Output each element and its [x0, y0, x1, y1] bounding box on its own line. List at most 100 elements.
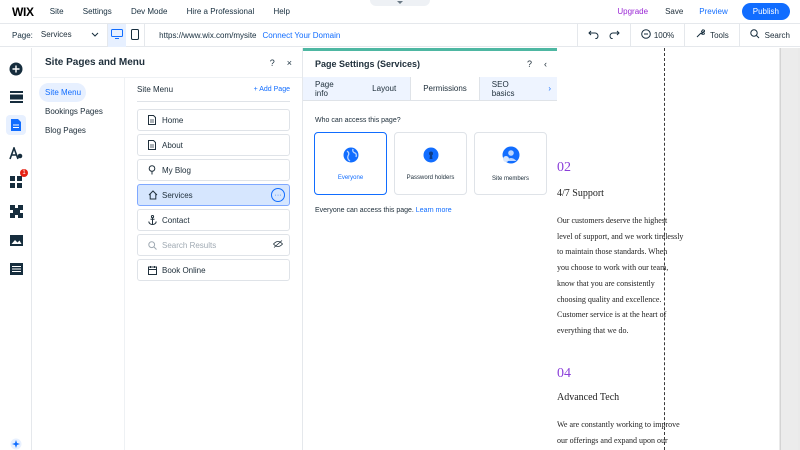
add-page-button[interactable]: + Add Page: [254, 86, 290, 93]
scrollbar-thumb[interactable]: [780, 48, 798, 450]
section-body: Our customers deserve the highest level …: [557, 216, 684, 335]
access-text: Everyone can access this page.: [315, 207, 414, 214]
add-section-icon[interactable]: [8, 89, 24, 105]
save-button[interactable]: Save: [665, 7, 683, 16]
cms-icon[interactable]: [8, 261, 24, 277]
site-url[interactable]: https://www.wix.com/mysite: [159, 31, 256, 40]
nav-site-menu[interactable]: Site Menu: [39, 83, 86, 102]
tab-permissions[interactable]: Permissions: [410, 77, 480, 100]
site-design-icon[interactable]: [8, 145, 24, 161]
tools-icon: [695, 29, 706, 41]
tab-layout[interactable]: Layout: [358, 77, 410, 100]
zoom-value: 100%: [653, 30, 675, 40]
help-icon[interactable]: ?: [270, 58, 275, 68]
redo-icon: [609, 30, 620, 41]
tools-button[interactable]: Tools: [685, 24, 739, 47]
home-icon: [148, 190, 162, 200]
option-everyone[interactable]: Everyone: [314, 132, 387, 195]
mobile-view-button[interactable]: [126, 24, 144, 47]
option-label: Password holders: [406, 174, 455, 181]
help-icon[interactable]: ?: [527, 59, 532, 69]
tab-page-info[interactable]: Page info: [303, 77, 358, 100]
keyhole-icon: [423, 147, 439, 175]
menu-site[interactable]: Site: [50, 7, 64, 16]
section-number: 04: [557, 366, 571, 381]
publish-button[interactable]: Publish: [741, 3, 790, 20]
close-icon[interactable]: ×: [287, 58, 292, 68]
section-title: 4/7 Support: [557, 188, 604, 199]
undo-icon: [588, 30, 599, 41]
permission-options: Everyone Password holders Site members: [314, 132, 557, 195]
section-number: 02: [557, 160, 571, 175]
page-item-my-blog[interactable]: My Blog: [137, 159, 290, 181]
panel-title: Site Pages and Menu: [45, 57, 146, 68]
back-icon[interactable]: ‹: [544, 59, 547, 69]
access-description: Everyone can access this page. Learn mor…: [315, 207, 557, 214]
site-pages-header: Site Pages and Menu ? ×: [33, 48, 302, 78]
wix-logo[interactable]: WIX: [12, 5, 34, 19]
search-icon: [148, 240, 162, 250]
pages-menu-icon[interactable]: [6, 115, 26, 135]
redo-button[interactable]: [609, 24, 630, 47]
search-icon: [749, 29, 760, 41]
page-icon: [148, 140, 162, 150]
panel-title: Page Settings (Services): [315, 59, 421, 69]
menu-hire[interactable]: Hire a Professional: [187, 7, 255, 16]
option-site-members[interactable]: Site members: [474, 132, 547, 195]
calendar-icon: [148, 265, 162, 275]
option-password-holders[interactable]: Password holders: [394, 132, 467, 195]
pin-icon: [148, 165, 162, 175]
chevron-down-icon: [91, 30, 99, 40]
page-item-home[interactable]: Home: [137, 109, 290, 131]
learn-more-link[interactable]: Learn more: [416, 207, 452, 214]
divider: [144, 23, 146, 47]
page-label: Book Online: [162, 265, 206, 275]
page-item-about[interactable]: About: [137, 134, 290, 156]
nav-blog-pages[interactable]: Blog Pages: [39, 121, 124, 140]
search-label: Search: [764, 30, 790, 40]
url-bar: https://www.wix.com/mysite Connect Your …: [153, 31, 577, 40]
connect-domain-link[interactable]: Connect Your Domain: [263, 31, 341, 40]
page-label: Home: [162, 115, 184, 125]
page-select-value: Services: [40, 30, 72, 39]
section-title: Advanced Tech: [557, 392, 620, 403]
hidden-eye-icon: [272, 240, 284, 250]
media-icon[interactable]: [8, 232, 24, 248]
upgrade-link[interactable]: Upgrade: [617, 7, 648, 16]
page-item-contact[interactable]: Contact: [137, 209, 290, 231]
page-select[interactable]: Services: [41, 30, 99, 40]
zoom-control[interactable]: 100%: [631, 24, 684, 47]
access-question: Who can access this page?: [315, 117, 401, 124]
page-settings-header: Page Settings (Services) ? ‹: [303, 51, 557, 77]
page-toolbar: Page: Services https://www.wix.com/mysit…: [0, 23, 800, 47]
option-label: Site members: [491, 175, 529, 182]
tools-label: Tools: [710, 30, 729, 40]
business-tools-icon[interactable]: [8, 203, 24, 219]
menu-help[interactable]: Help: [273, 7, 289, 16]
menu-settings[interactable]: Settings: [83, 7, 112, 16]
desktop-view-button[interactable]: [107, 23, 127, 47]
page-item-search-results[interactable]: Search Results: [137, 234, 290, 256]
nav-bookings-pages[interactable]: Bookings Pages: [39, 102, 124, 121]
tabs-next-arrow[interactable]: ›: [542, 77, 557, 100]
add-elements-icon[interactable]: [8, 61, 24, 77]
collapse-toolbar-handle[interactable]: [370, 0, 430, 6]
page-actions-button[interactable]: ···: [271, 188, 285, 202]
undo-button[interactable]: [578, 24, 609, 47]
page-item-services[interactable]: Services ···: [137, 184, 290, 206]
tab-seo-basics[interactable]: SEO basics: [480, 77, 543, 100]
page-label: My Blog: [162, 165, 191, 175]
canvas-scrollbar[interactable]: [779, 48, 800, 450]
site-pages-panel: Site Pages and Menu ? × Site Menu Bookin…: [33, 48, 303, 450]
page-item-book-online[interactable]: Book Online: [137, 259, 290, 281]
mobile-icon: [131, 28, 140, 42]
desktop-icon: [110, 29, 123, 41]
assistant-icon[interactable]: [8, 436, 24, 450]
zoom-out-icon: [641, 29, 651, 41]
pages-category-nav: Site Menu Bookings Pages Blog Pages: [33, 78, 125, 450]
search-button[interactable]: Search: [740, 24, 800, 47]
globe-icon: [343, 147, 359, 175]
preview-button[interactable]: Preview: [699, 7, 727, 16]
site-canvas[interactable]: 02 4/7 Support Our customers deserve the…: [557, 48, 779, 450]
menu-dev-mode[interactable]: Dev Mode: [131, 7, 167, 16]
